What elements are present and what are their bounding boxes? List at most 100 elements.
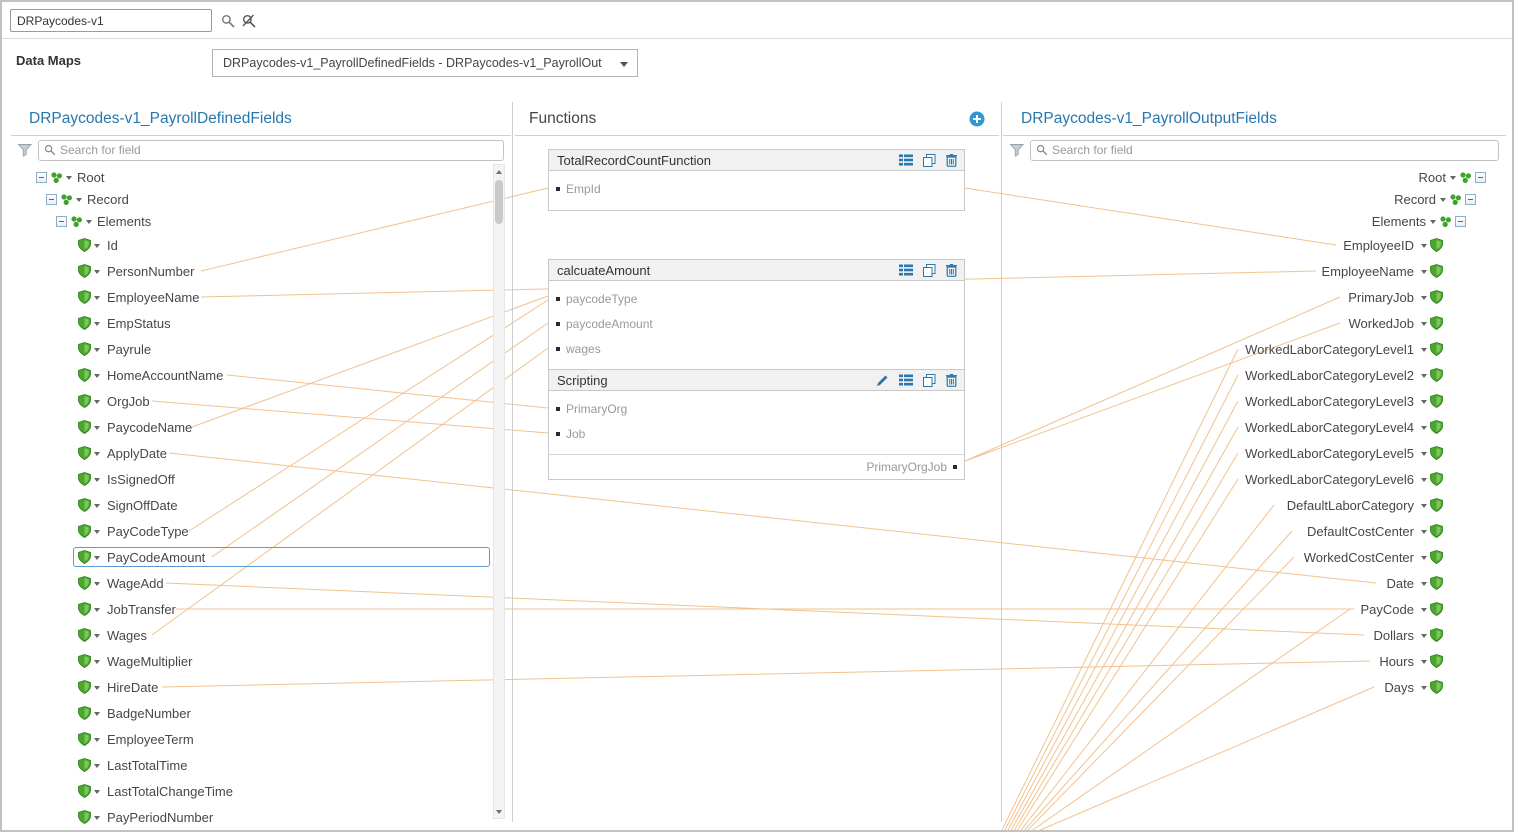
chevron-down-icon[interactable] — [1440, 198, 1446, 202]
field-row[interactable]: PayCodeAmount — [11, 544, 511, 570]
collapse-icon[interactable] — [46, 194, 57, 205]
field-row[interactable]: Hours — [1003, 648, 1506, 674]
collapse-icon[interactable] — [1465, 194, 1476, 205]
chevron-down-icon[interactable] — [1421, 478, 1427, 482]
scroll-up-button[interactable] — [494, 165, 504, 178]
chevron-down-icon[interactable] — [94, 322, 100, 326]
chevron-down-icon[interactable] — [94, 634, 100, 638]
delete-function-icon[interactable] — [946, 264, 957, 277]
source-search-input[interactable] — [60, 143, 498, 157]
field-row[interactable]: WorkedLaborCategoryLevel5 — [1003, 440, 1506, 466]
delete-function-icon[interactable] — [946, 374, 957, 387]
function-input[interactable]: PrimaryOrg — [549, 396, 964, 421]
chevron-down-icon[interactable] — [94, 712, 100, 716]
function-box-scripting[interactable]: Scripting — [548, 369, 965, 480]
chevron-down-icon[interactable] — [94, 582, 100, 586]
connector-dot[interactable] — [556, 432, 560, 436]
field-row[interactable]: OrgJob — [11, 388, 511, 414]
collapse-icon[interactable] — [1475, 172, 1486, 183]
chevron-down-icon[interactable] — [94, 608, 100, 612]
chevron-down-icon[interactable] — [94, 764, 100, 768]
chevron-down-icon[interactable] — [94, 348, 100, 352]
chevron-down-icon[interactable] — [66, 176, 72, 180]
field-row[interactable]: PaycodeName — [11, 414, 511, 440]
tree-group-record[interactable]: Record — [11, 188, 511, 210]
function-input[interactable]: Job — [549, 421, 964, 446]
field-row[interactable]: IsSignedOff — [11, 466, 511, 492]
field-row[interactable]: WorkedLaborCategoryLevel1 — [1003, 336, 1506, 362]
field-row[interactable]: Wages — [11, 622, 511, 648]
field-row[interactable]: PersonNumber — [11, 258, 511, 284]
function-output[interactable]: PrimaryOrgJob — [549, 454, 964, 479]
chevron-down-icon[interactable] — [1430, 220, 1436, 224]
field-row[interactable]: WorkedLaborCategoryLevel4 — [1003, 414, 1506, 440]
chevron-down-icon[interactable] — [94, 556, 100, 560]
chevron-down-icon[interactable] — [1421, 374, 1427, 378]
edit-function-icon[interactable] — [876, 374, 889, 387]
field-row[interactable]: HireDate — [11, 674, 511, 700]
chevron-down-icon[interactable] — [1421, 452, 1427, 456]
chevron-down-icon[interactable] — [1421, 426, 1427, 430]
chevron-down-icon[interactable] — [94, 686, 100, 690]
field-row[interactable]: PayCodeType — [11, 518, 511, 544]
field-row[interactable]: Date — [1003, 570, 1506, 596]
add-function-icon[interactable] — [969, 111, 985, 127]
field-row[interactable]: Dollars — [1003, 622, 1506, 648]
field-row[interactable]: SignOffDate — [11, 492, 511, 518]
chevron-down-icon[interactable] — [1421, 322, 1427, 326]
chevron-down-icon[interactable] — [94, 660, 100, 664]
chevron-down-icon[interactable] — [1421, 634, 1427, 638]
chevron-down-icon[interactable] — [94, 530, 100, 534]
field-row[interactable]: Id — [11, 232, 511, 258]
field-row[interactable]: WorkedLaborCategoryLevel6 — [1003, 466, 1506, 492]
chevron-down-icon[interactable] — [86, 220, 92, 224]
field-row[interactable]: LastTotalTime — [11, 752, 511, 778]
search-icon[interactable] — [219, 12, 237, 30]
chevron-down-icon[interactable] — [1421, 686, 1427, 690]
tree-group-root[interactable]: Root — [1003, 166, 1506, 188]
function-input[interactable]: paycodeType — [549, 286, 964, 311]
chevron-down-icon[interactable] — [1421, 582, 1427, 586]
connector-dot[interactable] — [556, 407, 560, 411]
chevron-down-icon[interactable] — [1421, 530, 1427, 534]
copy-function-icon[interactable] — [923, 374, 936, 387]
chevron-down-icon[interactable] — [1421, 270, 1427, 274]
tree-group-elements[interactable]: Elements — [1003, 210, 1506, 232]
collapse-icon[interactable] — [56, 216, 67, 227]
field-row[interactable]: EmployeeName — [11, 284, 511, 310]
field-row[interactable]: EmployeeTerm — [11, 726, 511, 752]
field-row[interactable]: JobTransfer — [11, 596, 511, 622]
tree-group-record[interactable]: Record — [1003, 188, 1506, 210]
chevron-down-icon[interactable] — [94, 244, 100, 248]
scrollbar-thumb[interactable] — [495, 180, 503, 224]
collapse-icon[interactable] — [1455, 216, 1466, 227]
function-box-calcuateamount[interactable]: calcuateAmount — [548, 259, 965, 370]
function-input[interactable]: paycodeAmount — [549, 311, 964, 336]
connector-dot[interactable] — [556, 297, 560, 301]
field-row[interactable]: ApplyDate — [11, 440, 511, 466]
chevron-down-icon[interactable] — [94, 816, 100, 820]
chevron-down-icon[interactable] — [94, 296, 100, 300]
chevron-down-icon[interactable] — [94, 426, 100, 430]
field-row[interactable]: WorkedLaborCategoryLevel2 — [1003, 362, 1506, 388]
clear-search-icon[interactable] — [240, 12, 258, 30]
field-row[interactable]: Payrule — [11, 336, 511, 362]
connector-dot[interactable] — [953, 465, 957, 469]
tree-group-root[interactable]: Root — [11, 166, 511, 188]
chevron-down-icon[interactable] — [1421, 660, 1427, 664]
component-search-input[interactable] — [10, 9, 212, 32]
chevron-down-icon[interactable] — [1450, 176, 1456, 180]
chevron-down-icon[interactable] — [1421, 504, 1427, 508]
filter-icon[interactable] — [18, 144, 32, 157]
scroll-down-button[interactable] — [494, 805, 504, 818]
chevron-down-icon[interactable] — [76, 198, 82, 202]
field-row[interactable]: EmpStatus — [11, 310, 511, 336]
view-steps-icon[interactable] — [899, 264, 913, 276]
field-row[interactable]: WorkedLaborCategoryLevel3 — [1003, 388, 1506, 414]
chevron-down-icon[interactable] — [1421, 348, 1427, 352]
field-row[interactable]: PrimaryJob — [1003, 284, 1506, 310]
copy-function-icon[interactable] — [923, 264, 936, 277]
connector-dot[interactable] — [556, 187, 560, 191]
tree-group-elements[interactable]: Elements — [11, 210, 511, 232]
chevron-down-icon[interactable] — [1421, 400, 1427, 404]
